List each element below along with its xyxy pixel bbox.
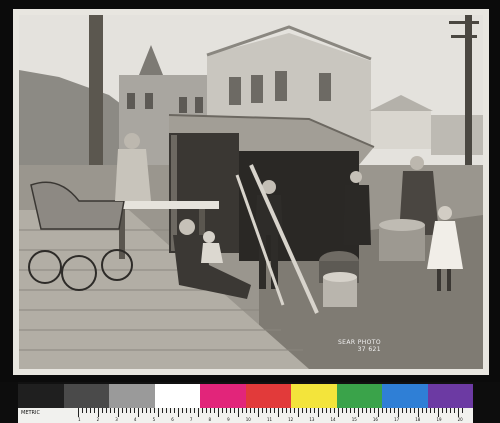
ruler-number: 1 bbox=[78, 417, 81, 422]
ruler-number: 20 bbox=[457, 417, 463, 422]
color-swatch bbox=[427, 384, 473, 408]
ruler-number: 17 bbox=[394, 417, 400, 422]
photo-stamp-line1: SEAR PHOTO bbox=[337, 339, 381, 346]
photo-scene bbox=[19, 15, 483, 369]
color-swatch bbox=[18, 384, 64, 408]
ruler-number: 18 bbox=[415, 417, 421, 422]
color-swatch bbox=[109, 384, 155, 408]
ruler-number: 3 bbox=[115, 417, 118, 422]
ruler-number: 16 bbox=[372, 417, 378, 422]
color-swatch bbox=[291, 384, 337, 408]
ruler-number: 8 bbox=[208, 417, 212, 422]
color-swatch bbox=[245, 384, 291, 408]
photo-mount: SEAR PHOTO 37 621 bbox=[0, 0, 500, 382]
color-swatch bbox=[200, 384, 246, 408]
ruler-number: 14 bbox=[330, 417, 336, 422]
color-swatch bbox=[63, 384, 109, 408]
ruler-number: 2 bbox=[96, 417, 100, 422]
color-swatch-row bbox=[18, 384, 473, 408]
ruler-number: 4 bbox=[133, 417, 137, 422]
ruler-number: 10 bbox=[245, 417, 251, 422]
color-calibration-target: METRIC 1 2 3 4 5 6 7 8 9 10 11 12 13 14 15 16 17 18 19 20 bbox=[18, 382, 473, 423]
photo-border: SEAR PHOTO 37 621 bbox=[13, 9, 489, 375]
ruler-number: 19 bbox=[436, 417, 442, 422]
photo-stamp: SEAR PHOTO 37 621 bbox=[338, 339, 381, 353]
ruler-number: 9 bbox=[227, 417, 230, 422]
ruler-number: 7 bbox=[189, 417, 193, 422]
historical-photograph: SEAR PHOTO 37 621 bbox=[19, 15, 483, 369]
ruler-numbers: 1 2 3 4 5 6 7 8 9 10 11 12 13 14 15 16 17 18 19 20 bbox=[78, 417, 463, 423]
color-swatch bbox=[154, 384, 200, 408]
ruler-number: 15 bbox=[351, 417, 357, 422]
ruler-number: 6 bbox=[171, 417, 174, 422]
color-swatch bbox=[336, 384, 382, 408]
ruler-label: METRIC bbox=[21, 410, 40, 416]
photo-stamp-line2: 37 621 bbox=[357, 346, 381, 353]
color-swatch bbox=[382, 384, 428, 408]
ruler-number: 12 bbox=[288, 417, 294, 422]
ruler-number: 5 bbox=[152, 417, 156, 422]
ruler-number: 13 bbox=[309, 417, 315, 422]
metric-ruler: METRIC 1 2 3 4 5 6 7 8 9 10 11 12 13 14 15 16 17 18 19 20 bbox=[18, 408, 473, 423]
ruler-number: 11 bbox=[266, 417, 273, 422]
